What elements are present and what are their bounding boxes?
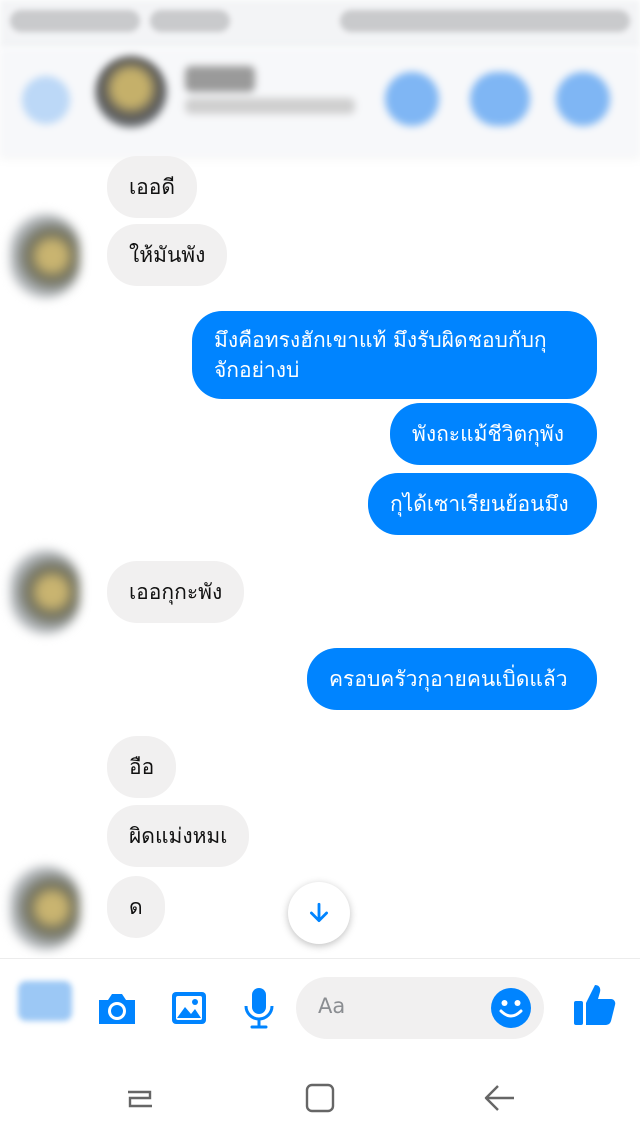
- contact-avatar-small[interactable]: [10, 214, 80, 298]
- message-bubble-incoming[interactable]: อือ: [107, 736, 177, 798]
- message-bubble-outgoing[interactable]: พังถะแม้ชีวิตกุพัง: [390, 403, 597, 465]
- video-call-icon[interactable]: [470, 72, 530, 126]
- message-bubble-incoming[interactable]: ผิดแม่งหมเ: [107, 805, 250, 867]
- home-icon[interactable]: [300, 1078, 340, 1118]
- info-icon[interactable]: [556, 72, 610, 126]
- back-arrow-icon[interactable]: [22, 76, 70, 124]
- message-bubble-outgoing[interactable]: กุได้เซาเรียนย้อนมึง: [368, 473, 597, 535]
- microphone-icon[interactable]: [236, 985, 282, 1031]
- message-bubble-outgoing[interactable]: มึงคือทรงฮักเขาแท้ มึงรับผิดชอบกับกุ จัก…: [192, 311, 597, 399]
- gallery-icon[interactable]: [166, 985, 212, 1031]
- message-bubble-incoming[interactable]: ด: [107, 876, 165, 938]
- message-bubble-incoming[interactable]: เออกุกะพัง: [107, 561, 245, 623]
- status-bar-left-blur: [10, 10, 140, 32]
- contact-avatar[interactable]: [95, 56, 167, 128]
- emoji-icon[interactable]: [490, 987, 532, 1029]
- contact-avatar-small[interactable]: [10, 550, 80, 634]
- scroll-to-bottom-button[interactable]: [288, 882, 350, 944]
- contact-name-blurred[interactable]: [185, 66, 255, 92]
- apps-icon[interactable]: [18, 981, 72, 1021]
- phone-icon[interactable]: [385, 72, 439, 126]
- contact-avatar-small[interactable]: [10, 866, 80, 950]
- message-bubble-outgoing[interactable]: ครอบครัวกุอายคนเบิ่ดแล้ว: [307, 648, 597, 710]
- conversation-header: [0, 48, 640, 156]
- status-bar-right-blur: [340, 10, 630, 32]
- contact-status-blurred: [185, 98, 355, 114]
- message-input[interactable]: Aa: [296, 977, 544, 1039]
- message-bubble-incoming[interactable]: เออดี: [107, 156, 198, 218]
- thumbs-up-icon[interactable]: [570, 981, 618, 1029]
- message-input-placeholder: Aa: [318, 994, 346, 1018]
- camera-icon[interactable]: [94, 985, 140, 1031]
- recent-apps-icon[interactable]: [120, 1078, 160, 1118]
- message-list[interactable]: เออดี ให้มันพัง มึงคือทรงฮักเขาแท้ มึงรั…: [0, 156, 640, 958]
- message-bubble-incoming[interactable]: ให้มันพัง: [107, 224, 228, 286]
- arrow-down-icon: [310, 902, 328, 922]
- status-bar: [0, 0, 640, 48]
- status-bar-left-blur: [150, 10, 230, 32]
- message-composer: Aa: [0, 958, 640, 1059]
- back-icon[interactable]: [480, 1078, 520, 1118]
- system-navigation-bar: [0, 1058, 640, 1138]
